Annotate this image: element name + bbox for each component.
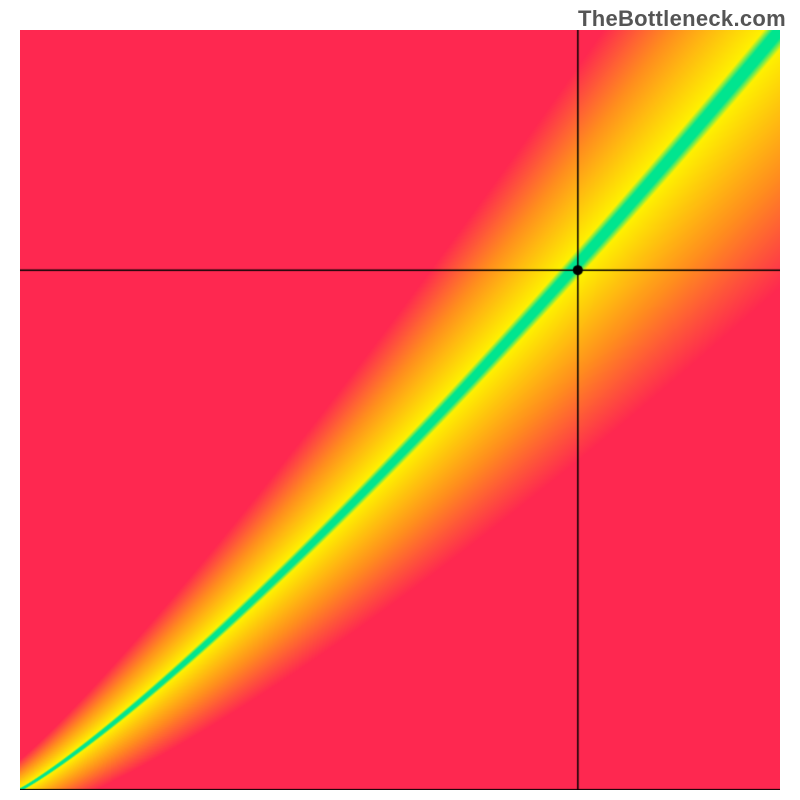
heatmap-canvas <box>20 30 780 790</box>
bottleneck-heatmap <box>20 30 780 790</box>
watermark-text: TheBottleneck.com <box>578 6 786 32</box>
